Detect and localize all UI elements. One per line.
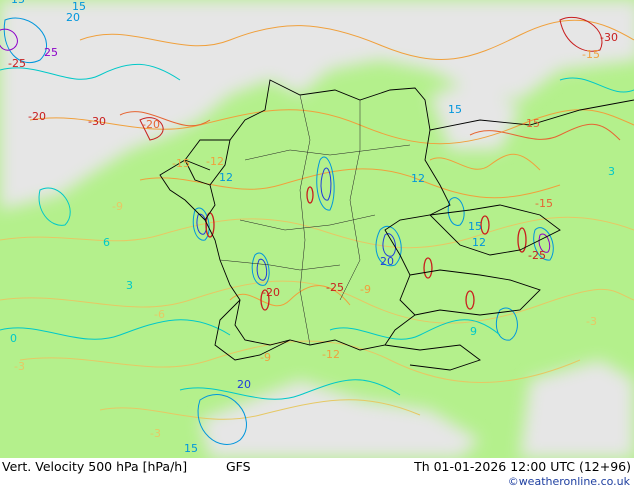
contour-label: 6 [103, 236, 110, 249]
contour-label: 15 [184, 442, 198, 455]
contour-label: -12 [206, 155, 224, 168]
contour-label: -3 [14, 360, 25, 373]
weather-chart: 15 20 25 -25 -30 -20 -15 -12 12 15 -9 6 3 0 -6 -3 20 -20 -… [0, 0, 634, 490]
contour-label: 0 [10, 332, 17, 345]
credit-link[interactable]: ©weatheronline.co.uk [508, 475, 630, 488]
chart-title: Vert. Velocity 500 hPa [hPa/h] [2, 459, 188, 474]
valid-time: Th 01-01-2026 12:00 UTC (12+96) [414, 459, 631, 474]
contour-label: -9 [112, 200, 123, 213]
contour-label: -20 [28, 110, 46, 123]
contour-label: 9 [470, 325, 477, 338]
vertical-velocity-map: 15 20 25 -25 -30 -20 -15 -12 12 15 -9 6 3 0 -6 -3 20 -20 -… [0, 0, 634, 458]
contour-label: 25 [44, 46, 58, 59]
contour-label: -25 [8, 57, 26, 70]
contour-label: 15 [468, 220, 482, 233]
contour-label: -30 [600, 31, 618, 44]
contour-label: 12 [219, 171, 233, 184]
contour-label: 3 [608, 165, 615, 178]
contour-label: 20 [237, 378, 251, 391]
contour-label: -25 [528, 249, 546, 262]
contour-label: 15 [448, 103, 462, 116]
contour-label: 15 [11, 0, 25, 6]
contour-label: -20 [262, 286, 280, 299]
chart-footer: Vert. Velocity 500 hPa [hPa/h] GFS Th 01… [0, 458, 634, 490]
contour-label: -30 [88, 115, 106, 128]
contour-label: 20 [380, 255, 394, 268]
contour-label: 12 [411, 172, 425, 185]
contour-label: -3 [586, 315, 597, 328]
contour-label: -20 [142, 118, 160, 131]
contour-label: -9 [360, 283, 371, 296]
model-name: GFS [226, 459, 251, 474]
contour-label: -9 [260, 351, 271, 364]
contour-label: -25 [326, 281, 344, 294]
contour-label: 3 [126, 279, 133, 292]
contour-label: -6 [154, 308, 165, 321]
contour-label: -3 [150, 427, 161, 440]
contour-label: -12 [322, 348, 340, 361]
contour-label: -15 [522, 117, 540, 130]
contour-label: 20 [66, 11, 80, 24]
contour-label: -15 [535, 197, 553, 210]
contour-label: -15 [172, 157, 190, 170]
contour-label: -15 [582, 48, 600, 61]
contour-label: 12 [472, 236, 486, 249]
